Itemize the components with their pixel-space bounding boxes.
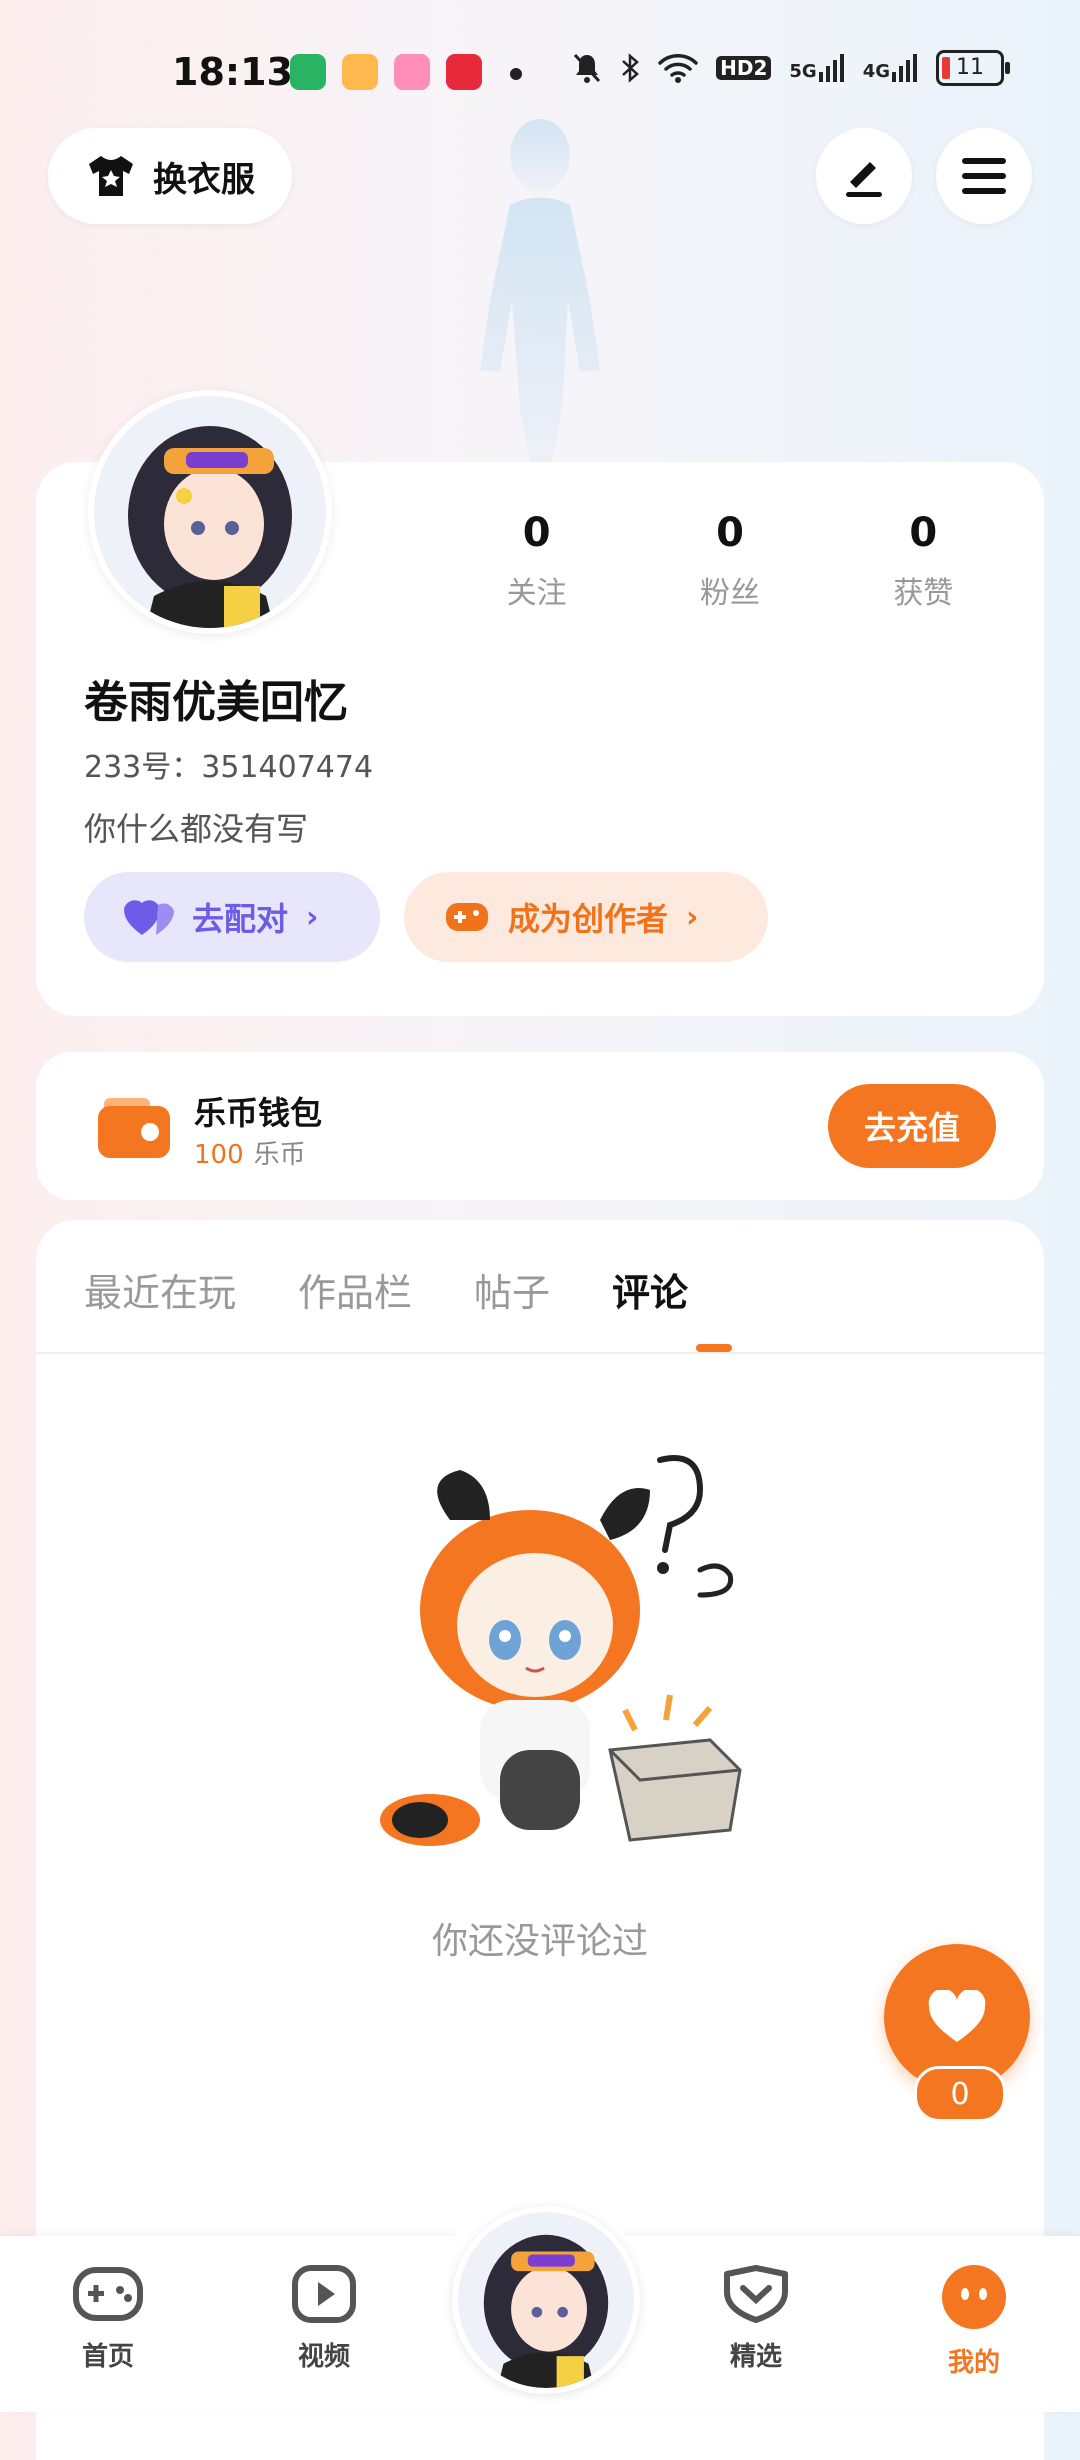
- heart-icon: [928, 1990, 986, 2042]
- wallet-balance: 100 乐币: [194, 1134, 306, 1171]
- status-bar: 18:13 HD2 5G 4G 11: [0, 40, 1080, 110]
- stat-value: 0: [522, 510, 551, 556]
- tab-posts[interactable]: 帖子: [474, 1262, 550, 1317]
- active-tab-indicator: [696, 1344, 732, 1352]
- avatar-image: [94, 396, 326, 628]
- bluetooth-icon: [622, 53, 639, 83]
- chevron-right-icon: ›: [306, 899, 319, 935]
- stat-label: 获赞: [893, 576, 954, 611]
- dress-up-button[interactable]: 换衣服: [48, 128, 292, 224]
- dress-up-label: 换衣服: [153, 159, 255, 200]
- hd-badge: HD2: [716, 56, 772, 80]
- wallet-unit: 乐币: [253, 1140, 306, 1170]
- chevron-right-icon: ›: [686, 899, 699, 935]
- avatar[interactable]: [88, 390, 332, 634]
- match-label: 去配对: [192, 900, 289, 938]
- tab-divider: [36, 1352, 1044, 1354]
- profile-tabs: 最近在玩 作品栏 帖子 评论: [84, 1262, 688, 1317]
- nickname: 卷雨优美回忆: [84, 677, 348, 728]
- network-5g-label: 5G: [789, 61, 817, 82]
- shirt-icon: [89, 156, 133, 196]
- stat-followers[interactable]: 0 粉丝: [633, 510, 826, 612]
- recharge-button[interactable]: 去充值: [828, 1084, 996, 1168]
- wallet-icon: [98, 1098, 170, 1158]
- stat-likes[interactable]: 0 获赞: [827, 510, 1020, 612]
- empty-state-illustration: [380, 1455, 742, 1846]
- notification-dot-icon: [510, 68, 522, 80]
- gamepad-icon: [446, 903, 488, 931]
- tab-comments[interactable]: 评论: [612, 1262, 688, 1317]
- app-notification-icon: [446, 54, 482, 90]
- heart-shield-icon: [724, 2265, 788, 2323]
- network-4g-label: 4G: [862, 61, 890, 82]
- stat-following[interactable]: 0 关注: [440, 510, 633, 612]
- battery-icon: 11: [936, 50, 1010, 86]
- app-notification-icon: [342, 54, 378, 90]
- heart-icon: [124, 900, 174, 935]
- stat-value: 0: [716, 510, 744, 556]
- profile-stats: 0 关注 0 粉丝 0 获赞: [440, 510, 1020, 612]
- wifi-icon: [658, 54, 698, 83]
- signal-bars-icon: [818, 54, 844, 82]
- nav-item-home[interactable]: 首页: [38, 2264, 178, 2373]
- battery-level: 11: [956, 55, 984, 80]
- nav-item-featured[interactable]: 精选: [686, 2264, 826, 2373]
- face-icon: [942, 2265, 1006, 2329]
- app-notification-icon: [290, 54, 326, 90]
- match-button[interactable]: 去配对 ›: [84, 872, 380, 962]
- bio[interactable]: 你什么都没有写: [84, 804, 308, 850]
- gamepad-icon: [73, 2267, 143, 2321]
- tab-works[interactable]: 作品栏: [298, 1262, 412, 1317]
- become-creator-button[interactable]: 成为创作者 ›: [404, 872, 768, 962]
- nav-label: 精选: [729, 2342, 782, 2372]
- edit-profile-button[interactable]: [816, 128, 912, 224]
- wallet-amount: 100: [194, 1140, 244, 1170]
- tab-recently-played[interactable]: 最近在玩: [84, 1262, 236, 1317]
- menu-button[interactable]: [936, 128, 1032, 224]
- nav-label: 首页: [81, 2342, 134, 2372]
- signal-5g: 5G: [789, 54, 844, 82]
- avatar-image: [458, 2212, 634, 2388]
- wallet-title: 乐币钱包: [194, 1094, 323, 1132]
- avatar-hologram[interactable]: [440, 110, 640, 470]
- play-icon: [292, 2265, 356, 2323]
- like-count-badge: 0: [914, 2066, 1006, 2122]
- nav-item-video[interactable]: 视频: [254, 2264, 394, 2373]
- status-indicators: HD2 5G 4G 11: [572, 50, 1010, 86]
- mute-icon: [574, 53, 601, 83]
- user-id[interactable]: 233号：351407474: [84, 742, 373, 786]
- status-time: 18:13: [172, 50, 293, 94]
- creator-label: 成为创作者: [508, 900, 669, 938]
- app-notification-icon: [394, 54, 430, 90]
- edit-icon: [846, 162, 882, 197]
- nav-label: 我的: [947, 2348, 1000, 2378]
- signal-bars-icon: [892, 54, 917, 82]
- stat-label: 关注: [506, 576, 567, 611]
- nav-avatar-button[interactable]: [452, 2206, 640, 2394]
- signal-4g: 4G: [863, 54, 918, 82]
- menu-icon: [962, 158, 1006, 194]
- nav-label: 视频: [297, 2342, 350, 2372]
- nav-item-me[interactable]: 我的: [904, 2264, 1044, 2379]
- stat-label: 粉丝: [699, 576, 760, 611]
- stat-value: 0: [909, 510, 938, 556]
